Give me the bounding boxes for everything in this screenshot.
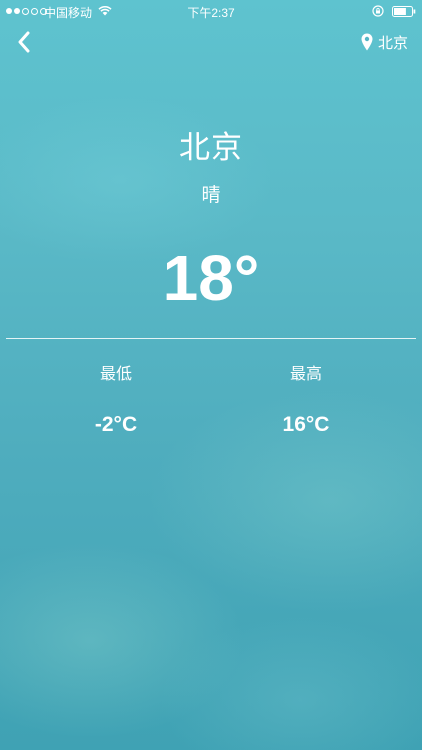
rotation-lock-icon (372, 5, 384, 17)
divider (6, 338, 416, 339)
low-label: 最低 (99, 364, 132, 383)
high-label: 最高 (289, 364, 322, 383)
pin-icon (361, 33, 373, 51)
city-name: 北京 (179, 130, 243, 166)
back-button[interactable] (10, 28, 38, 56)
location-button[interactable]: 北京 (361, 30, 408, 54)
status-bar: 中国移动 下午2:37 (0, 0, 422, 22)
current-temperature: 18° (162, 242, 260, 314)
chevron-left-icon (18, 31, 30, 53)
clock: 下午2:37 (187, 6, 235, 20)
high-temperature: 最高 16°C (236, 360, 376, 437)
low-temperature: 最低 -2°C (46, 360, 186, 437)
battery-icon (392, 6, 416, 17)
high-value: 16°C (282, 413, 330, 436)
location-label: 北京 (377, 33, 408, 52)
low-value: -2°C (94, 413, 138, 436)
weather-condition: 晴 (201, 184, 221, 206)
